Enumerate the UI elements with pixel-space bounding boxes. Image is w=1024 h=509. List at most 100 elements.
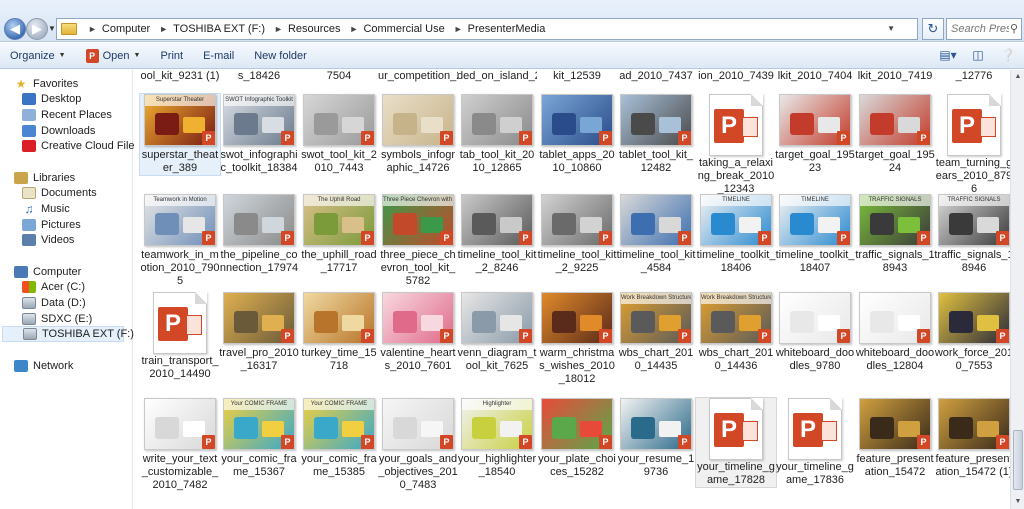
file-item[interactable]: Pvalentine_hearts_2010_7601: [378, 292, 458, 373]
scroll-down-arrow[interactable]: ▼: [1013, 497, 1023, 507]
nav-drive-d[interactable]: Data (D:): [0, 295, 133, 311]
file-label-partial[interactable]: ion_2010_7439: [696, 70, 776, 82]
nav-desktop[interactable]: Desktop: [0, 92, 133, 108]
breadcrumb-commercial-use[interactable]: Commercial Use: [363, 23, 444, 35]
file-label-partial[interactable]: 7504: [299, 70, 379, 82]
nav-documents[interactable]: Documents: [0, 186, 133, 202]
file-item[interactable]: Ptaking_a_relaxing_break_2010_12343: [696, 94, 776, 196]
file-item[interactable]: Pvenn_diagram_tool_kit_7625: [457, 292, 537, 373]
file-item[interactable]: Pwarm_christmas_wishes_2010_18012: [537, 292, 617, 386]
file-item[interactable]: TIMELINE Ptimeline_toolkit_18406: [696, 194, 776, 275]
file-item[interactable]: Ptablet_tool_kit_12482: [616, 94, 696, 175]
scroll-thumb[interactable]: [1013, 430, 1023, 490]
file-label-partial[interactable]: kit_12539: [537, 70, 617, 82]
nav-drive-e[interactable]: SDXC (E:): [0, 311, 133, 327]
scroll-up-arrow[interactable]: ▲: [1013, 72, 1023, 82]
breadcrumb-toshiba[interactable]: TOSHIBA EXT (F:): [173, 23, 265, 35]
chevron-right-icon[interactable]: ►: [159, 24, 168, 34]
nav-downloads[interactable]: Downloads: [0, 123, 133, 139]
chevron-right-icon[interactable]: ►: [350, 24, 359, 34]
nav-libraries[interactable]: Libraries: [0, 170, 133, 186]
file-item[interactable]: Pthe_pipeline_connection_17974: [219, 194, 299, 275]
file-item[interactable]: Pyour_resume_19736: [616, 398, 696, 479]
file-item[interactable]: Pswot_tool_kit_2010_7443: [299, 94, 379, 175]
file-item[interactable]: Pfeature_presentation_15472 (1): [934, 398, 1010, 479]
nav-creative-cloud[interactable]: Creative Cloud Files: [0, 138, 140, 154]
forward-button[interactable]: ▶: [26, 18, 48, 40]
file-label-partial[interactable]: _12776: [934, 70, 1010, 82]
print-button[interactable]: Print: [150, 45, 193, 67]
file-item[interactable]: Pyour_timeline_game_17828: [695, 397, 777, 488]
file-item[interactable]: Pfeature_presentation_15472: [855, 398, 935, 479]
file-item[interactable]: Pturkey_time_15718: [299, 292, 379, 373]
nav-drive-f[interactable]: TOSHIBA EXT (F:): [2, 326, 134, 342]
nav-videos[interactable]: Videos: [0, 232, 133, 248]
file-item[interactable]: Teamwork in Motion Pteamwork_in_motion_20…: [140, 194, 220, 288]
new-folder-button[interactable]: New folder: [244, 45, 317, 67]
search-input[interactable]: [951, 23, 1009, 35]
search-icon[interactable]: ⚲: [1010, 22, 1018, 35]
file-label-partial[interactable]: ded_on_island_2010_9453: [457, 70, 537, 82]
nav-network[interactable]: Network: [0, 358, 133, 374]
chevron-right-icon[interactable]: ►: [88, 24, 97, 34]
file-label-partial[interactable]: ur_competition_2010_7426: [378, 70, 458, 82]
file-label-partial[interactable]: s_18426: [219, 70, 299, 82]
file-item[interactable]: Superstar Theater Psuperstar_theater_389: [139, 93, 221, 176]
file-item[interactable]: Pwhiteboard_doodles_12804: [855, 292, 935, 373]
file-item[interactable]: Pyour_timeline_game_17836: [775, 398, 855, 487]
file-item[interactable]: Your COMIC FRAME Pyour_comic_frame_15385: [299, 398, 379, 479]
nav-recent-places[interactable]: Recent Places: [0, 107, 133, 123]
file-item[interactable]: Pyour_goals_and_objectives_2010_7483: [378, 398, 458, 492]
file-item[interactable]: TIMELINE Ptimeline_toolkit_18407: [775, 194, 855, 275]
file-item[interactable]: Three Piece Chevron with 10 Figures Pthre…: [378, 194, 458, 288]
file-item[interactable]: The Uphill Road Pthe_uphill_road_17717: [299, 194, 379, 275]
address-bar[interactable]: ► Computer ► TOSHIBA EXT (F:) ► Resource…: [56, 18, 918, 40]
file-item[interactable]: Work Breakdown Structure Pwbs_chart_2010_…: [696, 292, 776, 373]
file-item[interactable]: Ptarget_goal_19523: [775, 94, 855, 175]
search-box[interactable]: ⚲: [946, 18, 1022, 40]
file-item[interactable]: Pwhiteboard_doodles_9780: [775, 292, 855, 373]
back-button[interactable]: ◀: [4, 18, 26, 40]
nav-pictures[interactable]: Pictures: [0, 217, 133, 233]
file-label-partial[interactable]: ool_kit_9231 (1): [140, 70, 220, 82]
nav-computer[interactable]: Computer: [0, 264, 133, 280]
help-icon[interactable]: ❔: [998, 46, 1018, 64]
file-item[interactable]: Pteam_turning_gears_2010_8796: [934, 94, 1010, 196]
file-item[interactable]: TRAFFIC SIGNALS Ptraffic_signals_18946: [934, 194, 1010, 275]
file-item[interactable]: Pyour_plate_choices_15282: [537, 398, 617, 479]
nav-music[interactable]: ♫ Music: [0, 201, 133, 217]
chevron-right-icon[interactable]: ►: [274, 24, 283, 34]
chevron-down-icon[interactable]: ▼: [887, 24, 895, 33]
file-item[interactable]: Pwrite_your_text_customizable_2010_7482: [140, 398, 220, 492]
file-item[interactable]: Ptablet_apps_2010_10860: [537, 94, 617, 175]
file-item[interactable]: Ptimeline_tool_kit_4584: [616, 194, 696, 275]
breadcrumb-presentermedia[interactable]: PresenterMedia: [468, 23, 546, 35]
nav-favorites[interactable]: ★ Favorites: [0, 76, 133, 92]
nav-drive-c[interactable]: Acer (C:): [0, 280, 133, 296]
file-label-partial[interactable]: ad_2010_7437: [616, 70, 696, 82]
refresh-button[interactable]: ↻: [922, 18, 944, 40]
file-label-partial[interactable]: lkit_2010_7404: [775, 70, 855, 82]
file-item[interactable]: Ptimeline_tool_kit_2_9225: [537, 194, 617, 275]
file-item[interactable]: Psymbols_infographic_14726: [378, 94, 458, 175]
file-item[interactable]: Pwork_force_2010_7553: [934, 292, 1010, 373]
file-item[interactable]: Ptravel_pro_2010_16317: [219, 292, 299, 373]
change-view-icon[interactable]: ▤▾: [938, 46, 958, 64]
preview-pane-icon[interactable]: ◫: [968, 46, 988, 64]
chevron-right-icon[interactable]: ►: [454, 24, 463, 34]
open-button[interactable]: P Open ▼: [76, 45, 151, 67]
file-item[interactable]: Ptarget_goal_19524: [855, 94, 935, 175]
file-item[interactable]: Your COMIC FRAME Pyour_comic_frame_15367: [219, 398, 299, 479]
email-button[interactable]: E-mail: [193, 45, 244, 67]
file-item[interactable]: TRAFFIC SIGNALS Ptraffic_signals_18943: [855, 194, 935, 275]
file-item[interactable]: SWOT Infographic Toolkit Pswot_infographi…: [219, 94, 299, 175]
file-label-partial[interactable]: lkit_2010_7419: [855, 70, 935, 82]
file-item[interactable]: Ptrain_transport_2010_14490: [140, 292, 220, 381]
file-item[interactable]: Ptab_tool_kit_2010_12865: [457, 94, 537, 175]
file-item[interactable]: Work Breakdown Structure Pwbs_chart_2010_…: [616, 292, 696, 373]
breadcrumb-resources[interactable]: Resources: [288, 23, 341, 35]
breadcrumb-computer[interactable]: Computer: [102, 23, 150, 35]
vertical-scrollbar[interactable]: ▲ ▼: [1010, 70, 1024, 509]
file-item[interactable]: Highlighter Pyour_highlighter_18540: [457, 398, 537, 479]
organize-button[interactable]: Organize ▼: [0, 45, 76, 67]
